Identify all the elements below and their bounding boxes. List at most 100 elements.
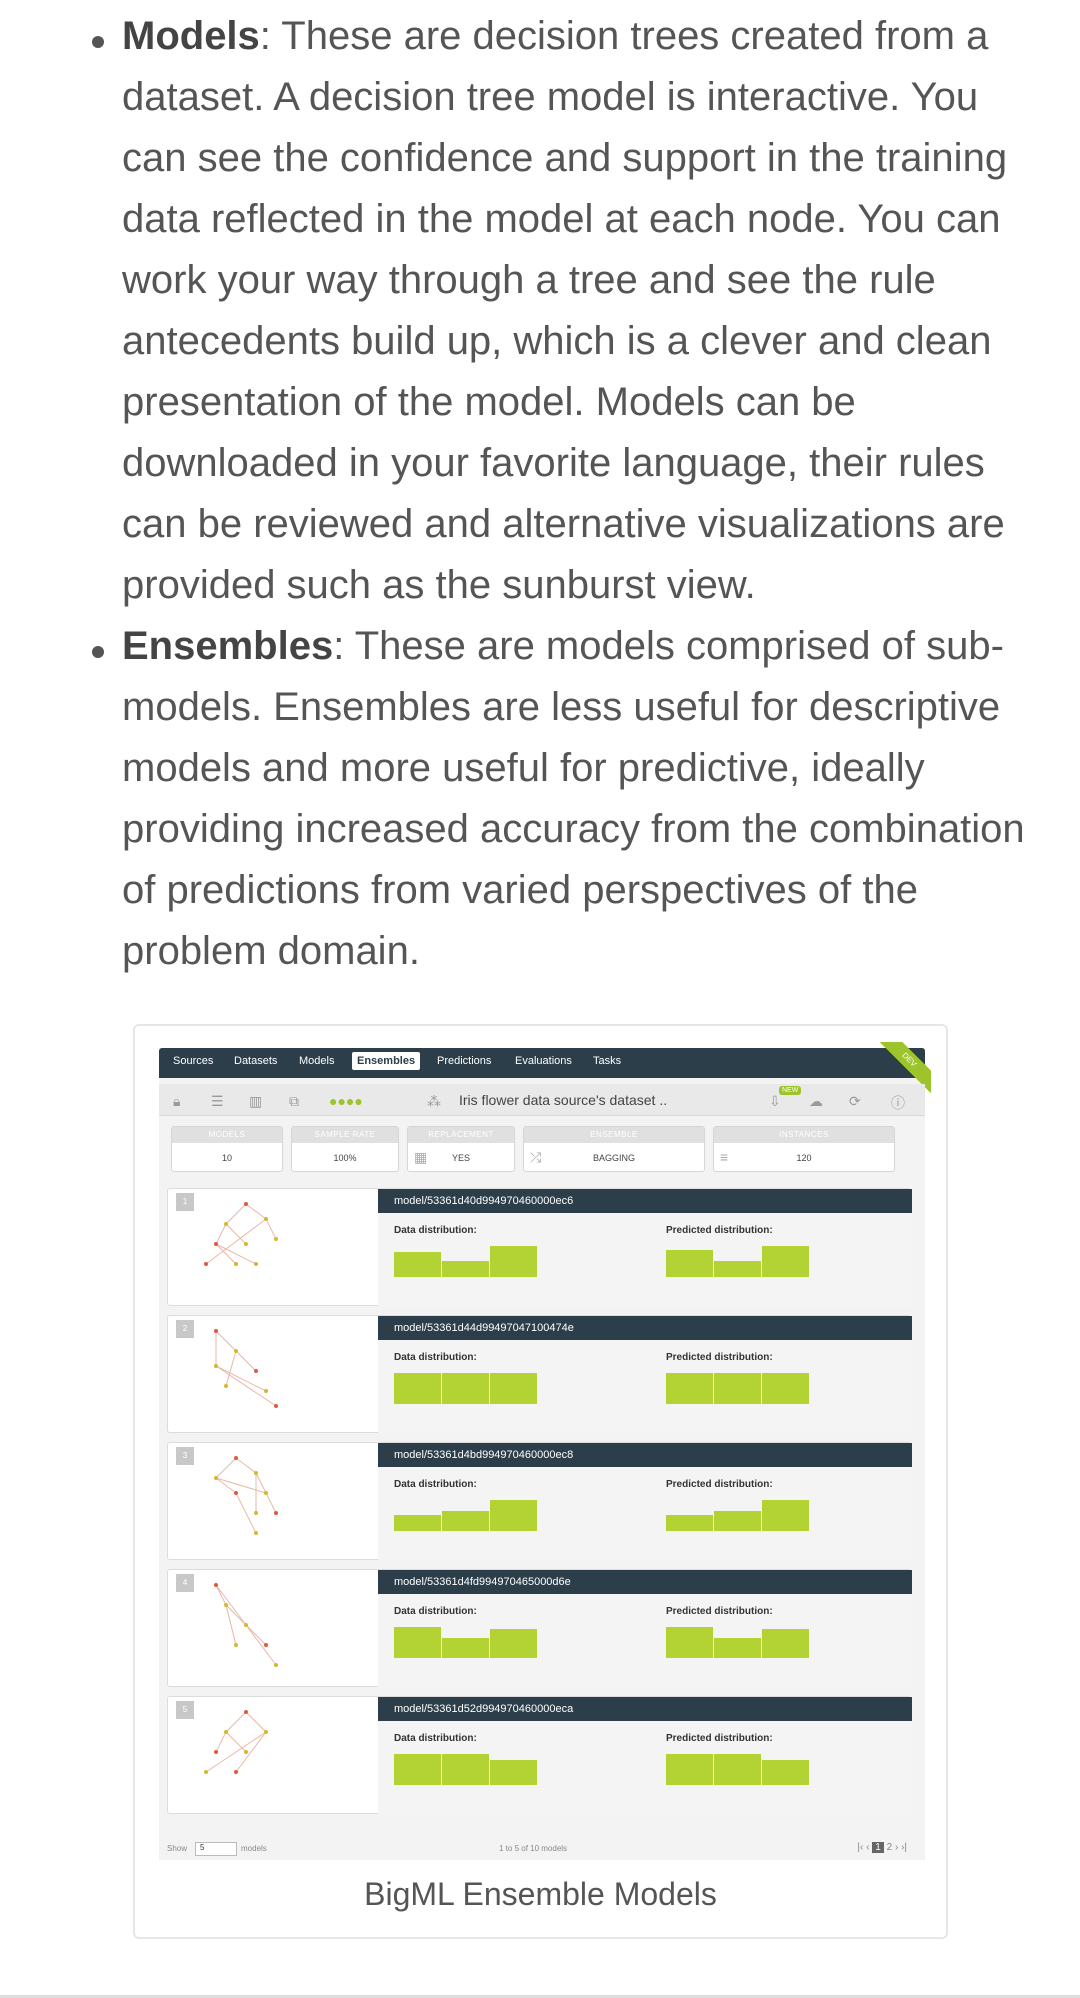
nav-models[interactable]: Models [299,1055,334,1067]
model-row[interactable]: 1 model/53361d40d994970460000ec6 Data dist… [167,1188,912,1307]
model-id-link[interactable]: model/53361d44d99497047100474e [378,1316,912,1340]
refresh-icon[interactable]: ⟳ [849,1093,861,1110]
tree-node [224,1384,228,1388]
distribution-bar [714,1754,761,1785]
predicted-distribution-label: Predicted distribution: [666,1606,773,1617]
tree-node [214,1242,218,1246]
lock-icon[interactable]: 🔒︎ [173,1093,180,1110]
data-distribution-bars [394,1368,544,1404]
dots-icon[interactable]: ●●●● [329,1093,363,1109]
stat-label: ENSEMBLE [524,1127,704,1143]
last-page-icon[interactable]: ›| [901,1842,907,1853]
tree-thumbnail[interactable] [196,1326,296,1416]
tree-thumbnail[interactable] [196,1199,296,1289]
models-label: models [241,1844,267,1853]
stat-replacement: REPLACEMENT ▦ YES [407,1126,515,1172]
model-number: 5 [176,1701,194,1719]
distribution-bar [490,1373,537,1404]
copy-icon[interactable]: ⧉ [289,1093,299,1110]
model-row[interactable]: 5 model/53361d52d994970460000eca Data dist… [167,1696,912,1815]
tree-edge [215,1330,237,1352]
info-icon[interactable]: ⓘ [891,1093,905,1113]
model-id-link[interactable]: model/53361d4fd994970465000d6e [378,1570,912,1594]
distribution-bar [762,1629,809,1658]
tree-node [234,1491,238,1495]
tree-node [214,1364,218,1368]
nav-predictions[interactable]: Predictions [437,1055,491,1067]
distribution-bar [762,1373,809,1404]
tree-thumbnail[interactable] [196,1707,296,1797]
bullet-term: Models [122,14,260,58]
tree-node [254,1531,258,1535]
tree-edge [235,1492,257,1534]
show-label: Show [167,1844,188,1853]
tree-edge [245,1203,267,1220]
tree-node [264,1730,268,1734]
model-number: 3 [176,1447,194,1465]
tree-thumbnail[interactable] [196,1580,296,1670]
model-row[interactable]: 4 model/53361d4fd994970465000d6e Data dist… [167,1569,912,1688]
tree-node [204,1262,208,1266]
tree-node [244,1710,248,1714]
distribution-bar [394,1627,441,1658]
tree-node [224,1730,228,1734]
first-page-icon[interactable]: |‹ [857,1842,863,1853]
model-id-link[interactable]: model/53361d4bd994970460000ec8 [378,1443,912,1467]
page-2[interactable]: 2 [887,1842,893,1853]
stat-label: INSTANCES [714,1127,894,1143]
model-row[interactable]: 3 model/53361d4bd994970460000ec8 Data dist… [167,1442,912,1561]
tree-node [264,1217,268,1221]
page-size-select[interactable]: 5 [195,1842,237,1856]
bullet-term: Ensembles [122,624,334,668]
tree-edge [225,1604,237,1646]
page-1[interactable]: 1 [872,1842,884,1853]
bar-chart-icon[interactable]: ▥ [249,1093,262,1110]
model-detail: model/53361d52d994970460000eca Data distr… [378,1697,912,1815]
tree-edge [235,1731,267,1773]
model-detail: model/53361d4bd994970460000ec8 Data distr… [378,1443,912,1561]
tree-thumbnail[interactable] [196,1453,296,1543]
tree-node [274,1663,278,1667]
data-distribution-label: Data distribution: [394,1352,477,1363]
nav-ensembles[interactable]: Ensembles [352,1052,421,1070]
dataset-toolbar: 🔒︎ ☰ ▥ ⧉ ●●●● ⁂ Iris flower data source'… [159,1084,925,1116]
prev-page-icon[interactable]: ‹ [866,1842,869,1853]
nav-sources[interactable]: Sources [173,1055,213,1067]
cloud-icon[interactable]: ☁ [809,1093,823,1110]
nav-tasks[interactable]: Tasks [593,1055,621,1067]
dataset-icon: ⁂ [427,1093,441,1109]
tree-node [244,1202,248,1206]
model-id-link[interactable]: model/53361d52d994970460000eca [378,1697,912,1721]
tree-node [214,1583,218,1587]
database-icon[interactable]: ☰ [211,1093,224,1110]
predicted-distribution-bars [666,1368,816,1404]
nav-datasets[interactable]: Datasets [234,1055,277,1067]
next-page-icon[interactable]: › [895,1842,898,1853]
tree-node [234,1349,238,1353]
stat-label: MODELS [172,1127,282,1143]
tree-node [254,1369,258,1373]
tree-node [254,1262,258,1266]
tree-edge [215,1365,267,1392]
tree-edge [205,1218,267,1265]
stat-models: MODELS 10 [171,1126,283,1172]
stat-value: YES [451,1153,470,1163]
model-id-link[interactable]: model/53361d40d994970460000ec6 [378,1189,912,1213]
stat-label: REPLACEMENT [408,1127,514,1143]
model-detail: model/53361d40d994970460000ec6 Data distr… [378,1189,912,1307]
predicted-distribution-label: Predicted distribution: [666,1479,773,1490]
dataset-title[interactable]: Iris flower data source's dataset .. [459,1092,667,1108]
tree-node [214,1329,218,1333]
download-icon[interactable]: ⇩ [769,1093,781,1110]
model-row[interactable]: 2 model/53361d44d99497047100474e Data dist… [167,1315,912,1434]
distribution-bar [762,1500,809,1531]
tree-edge [215,1731,227,1753]
distribution-bar [666,1627,713,1658]
nav-evaluations[interactable]: Evaluations [515,1055,572,1067]
stat-instances: INSTANCES ≡ 120 [713,1126,895,1172]
data-distribution-label: Data distribution: [394,1225,477,1236]
tree-edge [235,1457,257,1474]
distribution-bar [442,1511,489,1531]
tree-node [234,1643,238,1647]
distribution-bar [714,1261,761,1277]
